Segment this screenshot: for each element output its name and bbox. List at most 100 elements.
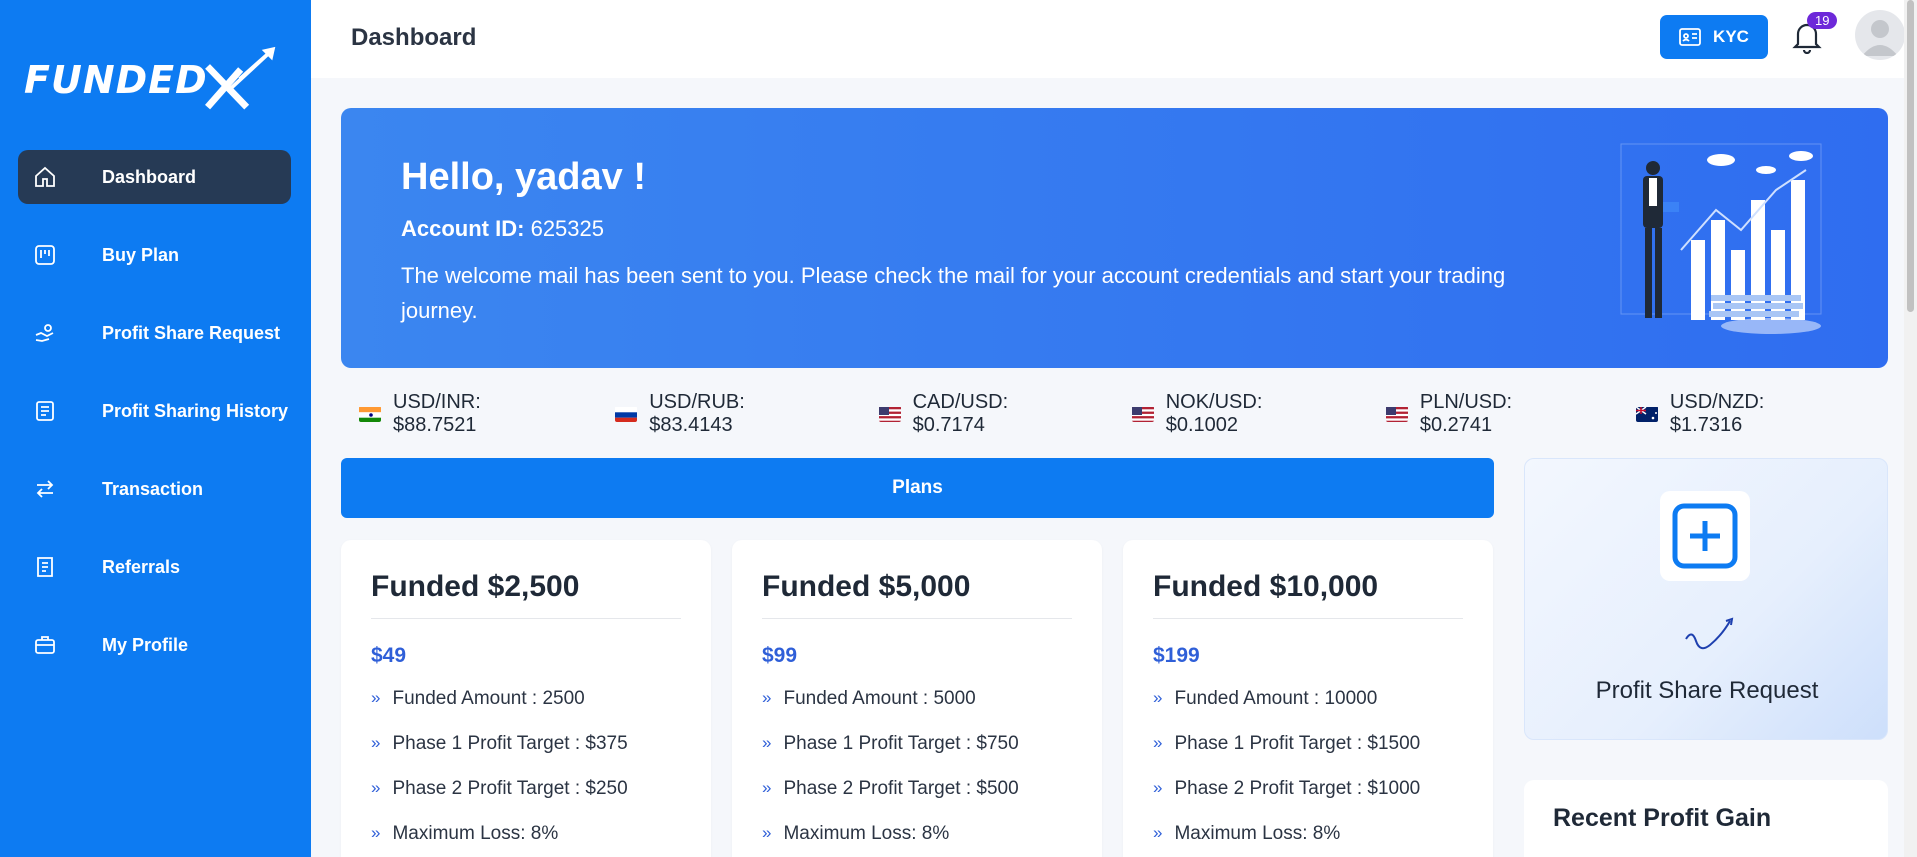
list-item: » Phase 2 Profit Target : $500 (762, 778, 1019, 823)
brand-logo[interactable]: FUNDED (24, 32, 284, 128)
feature-text: Funded Amount : 5000 (783, 688, 976, 709)
us-flag-icon (1131, 406, 1154, 422)
feature-text: Maximum Loss: 8% (783, 823, 950, 844)
india-flag-icon (359, 406, 382, 422)
plan-title: Funded $10,000 (1153, 570, 1379, 603)
chevrons-right-icon: » (371, 778, 381, 797)
chevrons-right-icon: » (371, 688, 381, 707)
chevrons-right-icon: » (371, 733, 381, 752)
feature-text: Phase 1 Profit Target : $1500 (1174, 733, 1421, 754)
chevrons-right-icon: » (762, 823, 772, 842)
greeting: Hello, yadav ! (401, 156, 646, 198)
ticker-value: NOK/USD: $0.1002 (1165, 391, 1263, 436)
plan-title: Funded $2,500 (371, 570, 580, 603)
notification-badge: 19 (1807, 12, 1838, 29)
divider (1153, 618, 1463, 619)
ticker-value: USD/NZD: $1.7316 (1669, 391, 1765, 436)
kyc-label: KYC (1713, 27, 1749, 46)
ticker-item: PLN/USD: $0.2741 (1385, 391, 1576, 437)
feature-text: Phase 1 Profit Target : $375 (392, 733, 628, 754)
sidebar-item-label: Referrals (102, 556, 181, 577)
list-item: » Funded Amount : 10000 (1153, 688, 1420, 733)
currency-ticker: USD/INR: $88.7521 USD/RUB: $83.4143 CAD/… (341, 391, 1888, 436)
squiggle-arrow-icon (1685, 617, 1734, 650)
feature-text: Phase 2 Profit Target : $250 (392, 778, 628, 799)
chevrons-right-icon: » (1153, 778, 1163, 797)
welcome-message: The welcome mail has been sent to you. P… (401, 263, 1506, 323)
russia-flag-icon (615, 406, 638, 422)
sidebar-item-buy-plan[interactable]: Buy Plan (18, 228, 291, 282)
sidebar-item-profit-sharing-history[interactable]: Profit Sharing History (18, 384, 291, 438)
ticker-item: USD/NZD: $1.7316 (1635, 391, 1828, 437)
plan-card[interactable]: Funded $10,000 $199 » Funded Amount : 100… (1123, 540, 1493, 857)
feature-text: Funded Amount : 2500 (392, 688, 585, 709)
recent-profit-gain-card: Recent Profit Gain (1524, 780, 1888, 857)
list-item: » Maximum Loss: 8% (762, 823, 1019, 857)
list-item: » Phase 1 Profit Target : $375 (371, 733, 628, 778)
account-id-value: 625325 (530, 216, 604, 241)
list-item: » Phase 1 Profit Target : $1500 (1153, 733, 1420, 778)
kanban-icon (32, 242, 58, 268)
list-item: » Maximum Loss: 8% (1153, 823, 1420, 857)
avatar[interactable] (1855, 10, 1905, 60)
profit-share-request-card[interactable]: Profit Share Request (1524, 458, 1888, 740)
chevrons-right-icon: » (371, 823, 381, 842)
profit-share-request-label: Profit Share Request (1595, 677, 1819, 704)
divider (762, 618, 1072, 619)
receipt-icon (32, 554, 58, 580)
us-flag-icon (1385, 406, 1408, 422)
plans-tab-button[interactable]: Plans (341, 458, 1494, 518)
sidebar-item-my-profile[interactable]: My Profile (18, 618, 291, 672)
plan-features: » Funded Amount : 2500 » Phase 1 Profit Ta… (371, 688, 628, 857)
sidebar-item-label: Buy Plan (102, 244, 180, 265)
sidebar-item-dashboard[interactable]: Dashboard (18, 150, 291, 204)
sidebar-item-profit-share-request[interactable]: Profit Share Request (18, 306, 291, 360)
list-item: » Phase 1 Profit Target : $750 (762, 733, 1019, 778)
divider (371, 618, 681, 619)
list-item: » Funded Amount : 2500 (371, 688, 628, 733)
feature-text: Maximum Loss: 8% (1174, 823, 1341, 844)
scrollbar-thumb[interactable] (1907, 0, 1914, 312)
sidebar-item-label: Dashboard (102, 166, 197, 187)
plan-card[interactable]: Funded $5,000 $99 » Funded Amount : 5000 … (732, 540, 1102, 857)
recent-profit-gain-title: Recent Profit Gain (1553, 804, 1772, 832)
plan-price: $99 (762, 644, 798, 667)
id-card-icon (1679, 28, 1701, 46)
sidebar: FUNDED Dashboard Buy Plan Profit Share R… (0, 0, 311, 857)
chevrons-right-icon: » (1153, 823, 1163, 842)
briefcase-icon (32, 632, 58, 658)
swap-arrows-icon (32, 476, 58, 502)
sidebar-item-transaction[interactable]: Transaction (18, 462, 291, 516)
home-icon (32, 164, 58, 190)
businessman-chart-illustration (1620, 143, 1822, 334)
add-request-button[interactable] (1660, 491, 1750, 581)
plan-features: » Funded Amount : 5000 » Phase 1 Profit Ta… (762, 688, 1019, 857)
plan-title: Funded $5,000 (762, 570, 971, 603)
kyc-button[interactable]: KYC (1660, 15, 1768, 59)
plan-features: » Funded Amount : 10000 » Phase 1 Profit T… (1153, 688, 1420, 857)
plan-card[interactable]: Funded $2,500 $49 » Funded Amount : 2500 … (341, 540, 711, 857)
feature-text: Phase 1 Profit Target : $750 (783, 733, 1019, 754)
account-id-line: Account ID: 625325 (401, 216, 604, 242)
feature-text: Funded Amount : 10000 (1174, 688, 1378, 709)
list-item: » Phase 2 Profit Target : $250 (371, 778, 628, 823)
plus-square-icon (1672, 503, 1738, 569)
logo-x-arrow-icon (204, 46, 275, 110)
sidebar-item-label: Profit Share Request (102, 322, 281, 343)
scrollbar[interactable] (1904, 0, 1917, 857)
ticker-item: USD/INR: $88.7521 (359, 391, 555, 437)
sidebar-item-referrals[interactable]: Referrals (18, 540, 291, 594)
feature-text: Maximum Loss: 8% (392, 823, 559, 844)
account-id-label: Account ID: (401, 216, 525, 241)
list-item: » Funded Amount : 5000 (762, 688, 1019, 733)
sidebar-item-label: Profit Sharing History (102, 400, 289, 421)
feature-text: Phase 2 Profit Target : $1000 (1174, 778, 1421, 799)
user-avatar-icon (1862, 20, 1898, 56)
ticker-value: CAD/USD: $0.7174 (912, 391, 1009, 436)
ticker-item: NOK/USD: $0.1002 (1131, 391, 1326, 437)
us-flag-icon (878, 406, 901, 422)
page-title: Dashboard (351, 24, 477, 51)
chevrons-right-icon: » (762, 778, 772, 797)
ticker-value: USD/INR: $88.7521 (393, 391, 481, 436)
ticker-item: CAD/USD: $0.7174 (878, 391, 1072, 437)
